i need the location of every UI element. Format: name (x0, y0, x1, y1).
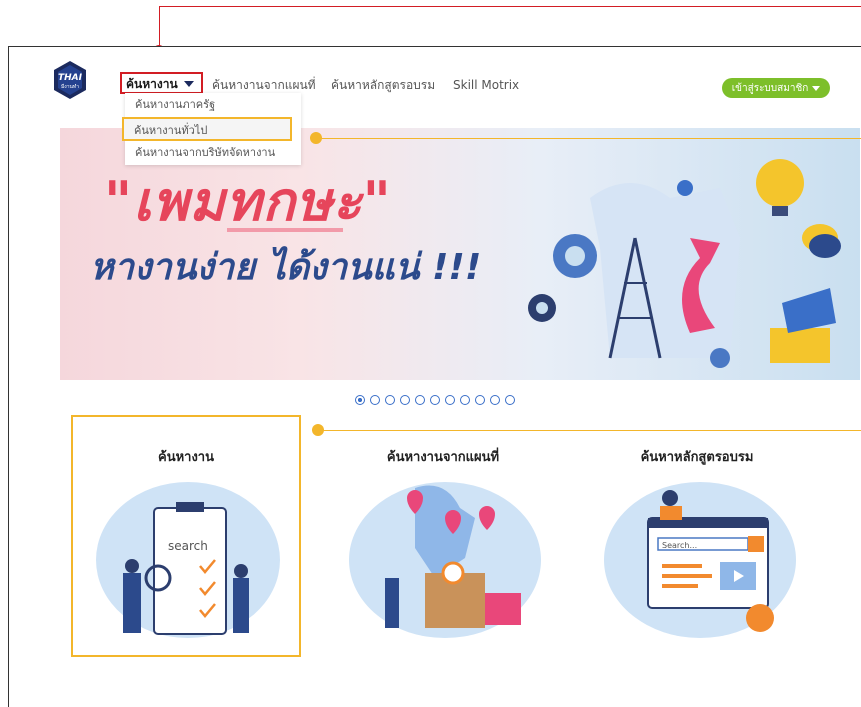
dropdown-item-general[interactable]: ค้นหางานทั่วไป (122, 117, 292, 141)
banner-subtitle: หางานง่าย ได้งานแน่ !!! (90, 247, 482, 288)
thai-logo[interactable]: THAI มีงานทำ (52, 60, 88, 100)
nav-find-course[interactable]: ค้นหาหลักสูตรอบรม (331, 77, 435, 93)
banner-underline (227, 228, 343, 232)
hero-banner[interactable]: "เพมทกษะ" หางานง่าย ได้งานแน่ !!! (60, 128, 860, 380)
card-title-find-course[interactable]: ค้นหาหลักสูตรอบรม (587, 446, 807, 467)
red-callout-horizontal (159, 6, 861, 7)
nav-find-job-label: ค้นหางาน (126, 76, 178, 91)
logo-sub: มีงานทำ (61, 83, 79, 90)
nav-find-job[interactable]: ค้นหางาน (120, 72, 203, 94)
carousel-dot[interactable] (370, 395, 380, 405)
callout-line-1 (316, 138, 861, 139)
carousel-dot[interactable] (430, 395, 440, 405)
card-illustration-find-job-map[interactable] (345, 478, 545, 643)
banner-illustration (528, 159, 841, 368)
carousel-dot[interactable] (490, 395, 500, 405)
dropdown-item-government[interactable]: ค้นหางานภาครัฐ (125, 93, 301, 117)
card-illustration-find-job[interactable]: search (88, 478, 288, 643)
card-illustration-find-course[interactable]: Search... (600, 478, 800, 643)
dropdown-item-agency[interactable]: ค้นหางานจากบริษัทจัดหางาน (125, 141, 301, 165)
chevron-down-icon (183, 80, 194, 87)
card-image-search-text: search (168, 539, 208, 553)
login-button[interactable]: เข้าสู่ระบบสมาชิก (722, 78, 830, 98)
carousel-dot[interactable] (475, 395, 485, 405)
carousel-dot[interactable] (445, 395, 455, 405)
carousel-dot[interactable] (385, 395, 395, 405)
carousel-indicators (355, 395, 515, 405)
card-title-find-job-map[interactable]: ค้นหางานจากแผนที่ (333, 446, 553, 467)
carousel-dot[interactable] (505, 395, 515, 405)
nav-find-job-map[interactable]: ค้นหางานจากแผนที่ (212, 77, 316, 93)
red-callout-vertical (159, 6, 160, 50)
nav-skill-matrix[interactable]: Skill Motrix (453, 77, 519, 93)
chevron-down-icon (812, 85, 821, 91)
carousel-dot[interactable] (460, 395, 470, 405)
card-title-find-job[interactable]: ค้นหางาน (76, 446, 296, 467)
login-label: เข้าสู่ระบบสมาชิก (731, 82, 809, 94)
logo-text: THAI (58, 73, 83, 83)
carousel-dot[interactable] (400, 395, 410, 405)
carousel-dot[interactable] (355, 395, 365, 405)
card-image-search-placeholder: Search... (662, 541, 697, 550)
callout-line-2 (318, 430, 861, 431)
find-job-dropdown: ค้นหางานภาครัฐ ค้นหางานทั่วไป ค้นหางานจา… (122, 93, 301, 165)
carousel-dot[interactable] (415, 395, 425, 405)
